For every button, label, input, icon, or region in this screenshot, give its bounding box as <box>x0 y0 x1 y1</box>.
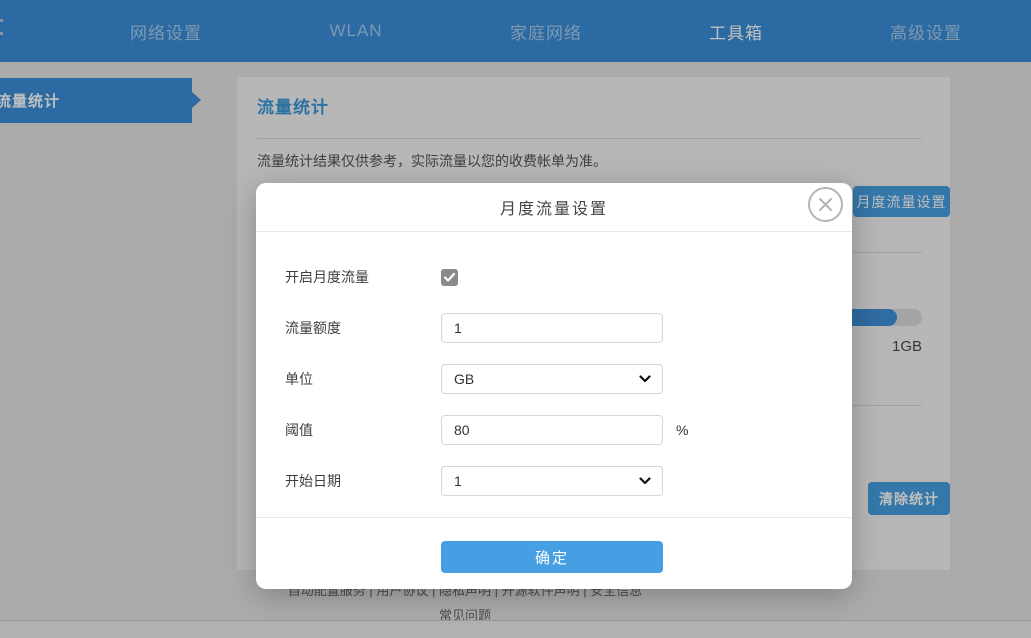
confirm-button[interactable]: 确定 <box>441 541 663 573</box>
start-date-select[interactable]: 1 <box>441 466 663 496</box>
dialog-title: 月度流量设置 <box>500 195 608 219</box>
monthly-traffic-dialog: 月度流量设置 开启月度流量 流量额度 单位 GB <box>256 183 852 589</box>
quota-label: 流量额度 <box>285 318 441 338</box>
unit-select-value: GB <box>454 371 474 387</box>
enable-monthly-label: 开启月度流量 <box>285 267 441 287</box>
dialog-body: 开启月度流量 流量额度 单位 GB 阈值 % <box>256 232 852 496</box>
form-row-enable-monthly: 开启月度流量 <box>285 262 823 292</box>
dialog-footer: 确定 <box>256 517 852 573</box>
check-icon <box>444 273 455 282</box>
unit-select[interactable]: GB <box>441 364 663 394</box>
unit-label: 单位 <box>285 369 441 389</box>
threshold-percent-suffix: % <box>676 422 688 438</box>
close-button[interactable] <box>808 187 843 222</box>
chevron-down-icon <box>639 477 651 485</box>
form-row-unit: 单位 GB <box>285 364 823 394</box>
chevron-down-icon <box>639 375 651 383</box>
start-date-label: 开始日期 <box>285 471 441 491</box>
dialog-header: 月度流量设置 <box>256 183 852 232</box>
start-date-select-value: 1 <box>454 473 462 489</box>
enable-monthly-checkbox[interactable] <box>441 269 458 286</box>
threshold-input[interactable] <box>441 415 663 445</box>
close-icon <box>818 197 833 212</box>
threshold-label: 阈值 <box>285 420 441 440</box>
quota-input[interactable] <box>441 313 663 343</box>
form-row-start-date: 开始日期 1 <box>285 466 823 496</box>
form-row-threshold: 阈值 % <box>285 415 823 445</box>
form-row-quota: 流量额度 <box>285 313 823 343</box>
